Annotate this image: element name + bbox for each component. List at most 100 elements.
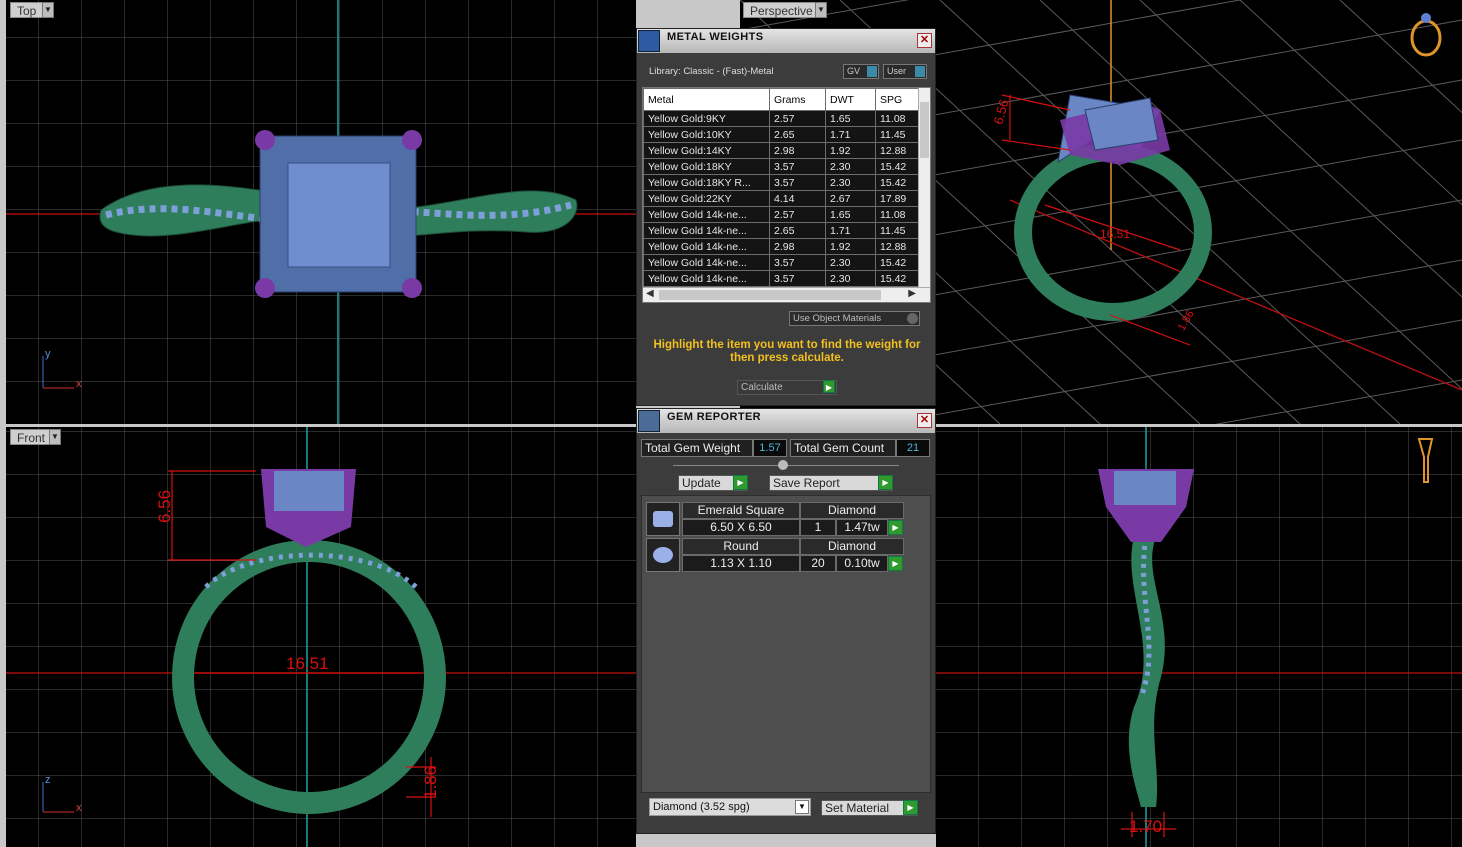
viewport-front[interactable]: 6.56 16.51 1.86 Front ▼ z x bbox=[6, 427, 636, 847]
column-header[interactable]: DWT bbox=[825, 88, 876, 111]
save-report-button[interactable]: Save Report ▶ bbox=[769, 475, 893, 491]
gem-list-area[interactable]: Emerald Square Diamond 6.50 X 6.50 1 1.47tw ▶… bbox=[641, 495, 931, 793]
table-row[interactable]: Yellow Gold:18KY 3.57 2.30 15.42 bbox=[643, 158, 924, 175]
table-cell: 1.65 bbox=[825, 206, 876, 223]
table-cell: Yellow Gold 14k-ne... bbox=[643, 238, 770, 255]
table-row[interactable]: Yellow Gold 14k-ne... 2.57 1.65 11.08 bbox=[643, 206, 924, 223]
metal-weights-title: METAL WEIGHTS bbox=[667, 31, 764, 43]
gem-count: 1 bbox=[800, 519, 836, 536]
table-cell: 1.92 bbox=[825, 142, 876, 159]
gem-select-button[interactable]: ▶ bbox=[888, 520, 903, 535]
use-object-materials-toggle[interactable]: Use Object Materials bbox=[789, 311, 920, 326]
user-toggle[interactable]: User bbox=[883, 64, 927, 79]
table-cell: Yellow Gold:22KY bbox=[643, 190, 770, 207]
gem-shape: Emerald Square bbox=[682, 502, 800, 519]
metal-weights-panel: METAL WEIGHTS ✕ Library: Classic - (Fast… bbox=[636, 28, 936, 406]
viewport-top[interactable]: Top ▼ y x bbox=[6, 0, 636, 424]
table-row[interactable]: Yellow Gold:10KY 2.65 1.71 11.45 bbox=[643, 126, 924, 143]
viewport-label-top[interactable]: Top bbox=[10, 2, 44, 18]
width-dim: 1.70 bbox=[1129, 817, 1162, 836]
table-row[interactable]: Yellow Gold:14KY 2.98 1.92 12.88 bbox=[643, 142, 924, 159]
total-gem-weight-label: Total Gem Weight bbox=[641, 439, 753, 457]
gv-toggle[interactable]: GV bbox=[843, 64, 879, 79]
horizontal-scrollbar[interactable]: ◀ ▶ bbox=[643, 287, 930, 302]
gem-count: 20 bbox=[800, 555, 836, 572]
axis-z-label: z bbox=[45, 774, 51, 786]
gem-weight: 0.10tw bbox=[836, 555, 888, 572]
vertical-scrollbar[interactable] bbox=[918, 88, 930, 288]
table-row[interactable]: Yellow Gold:18KY R... 3.57 2.30 15.42 bbox=[643, 174, 924, 191]
table-cell: 1.92 bbox=[825, 238, 876, 255]
diameter-dim: 16.51 bbox=[286, 654, 329, 673]
chevron-down-icon[interactable]: ▼ bbox=[795, 800, 809, 814]
table-cell: Yellow Gold:9KY bbox=[643, 110, 770, 127]
table-row[interactable]: Yellow Gold 14k-ne... 3.57 2.30 15.42 bbox=[643, 270, 924, 287]
splitter[interactable] bbox=[673, 460, 899, 470]
gem-shape-icon bbox=[646, 538, 680, 572]
table-cell: Yellow Gold:18KY bbox=[643, 158, 770, 175]
viewport-menu-top[interactable]: ▼ bbox=[42, 2, 54, 18]
table-cell: 12.88 bbox=[875, 142, 924, 159]
table-cell: 1.65 bbox=[825, 110, 876, 127]
column-header[interactable]: Grams bbox=[769, 88, 826, 111]
gem-reporter-panel: GEM REPORTER ✕ Total Gem Weight 1.57 Tot… bbox=[636, 408, 936, 834]
front-view-canvas: 6.56 16.51 1.86 bbox=[6, 427, 636, 847]
table-cell: Yellow Gold 14k-ne... bbox=[643, 206, 770, 223]
table-cell: 17.89 bbox=[875, 190, 924, 207]
table-cell: 15.42 bbox=[875, 270, 924, 287]
table-cell: 2.57 bbox=[769, 110, 826, 127]
table-cell: 2.30 bbox=[825, 270, 876, 287]
table-row[interactable]: Yellow Gold 14k-ne... 2.98 1.92 12.88 bbox=[643, 238, 924, 255]
gem-row[interactable]: Emerald Square Diamond 6.50 X 6.50 1 1.47tw ▶ bbox=[646, 502, 908, 536]
metal-table-wrap[interactable]: Metal Grams DWT SPG Yellow Gold:9KY 2.57 1.65… bbox=[642, 87, 931, 303]
gem-select-button[interactable]: ▶ bbox=[888, 556, 903, 571]
table-cell: 2.98 bbox=[769, 238, 826, 255]
hint-text: Highlight the item you want to find the … bbox=[653, 339, 921, 364]
set-material-button[interactable]: Set Material ▶ bbox=[821, 800, 918, 816]
axis-y-label: y bbox=[45, 348, 51, 360]
total-gem-count-value: 21 bbox=[896, 439, 930, 457]
table-row[interactable]: Yellow Gold:9KY 2.57 1.65 11.08 bbox=[643, 110, 924, 127]
column-header[interactable]: Metal bbox=[643, 88, 770, 111]
close-icon[interactable]: ✕ bbox=[917, 33, 932, 48]
gem-reporter-title: GEM REPORTER bbox=[667, 411, 762, 423]
table-cell: Yellow Gold:18KY R... bbox=[643, 174, 770, 191]
material-select[interactable]: Diamond (3.52 spg) ▼ bbox=[649, 798, 811, 816]
gem-shape-icon bbox=[646, 502, 680, 536]
viewport-menu-front[interactable]: ▼ bbox=[49, 429, 61, 445]
table-row[interactable]: Yellow Gold:22KY 4.14 2.67 17.89 bbox=[643, 190, 924, 207]
table-cell: 3.57 bbox=[769, 254, 826, 271]
table-cell: 2.30 bbox=[825, 254, 876, 271]
metal-weights-table: Metal Grams DWT SPG Yellow Gold:9KY 2.57 1.65… bbox=[643, 88, 924, 287]
table-cell: 2.57 bbox=[769, 206, 826, 223]
table-row[interactable]: Yellow Gold 14k-ne... 3.57 2.30 15.42 bbox=[643, 254, 924, 271]
persp-height-dim: 6.56 bbox=[991, 98, 1012, 126]
viewport-label-perspective[interactable]: Perspective bbox=[743, 2, 820, 18]
total-gem-count-label: Total Gem Count bbox=[790, 439, 896, 457]
calculate-button[interactable]: Calculate ▶ bbox=[737, 380, 837, 395]
table-cell: Yellow Gold:10KY bbox=[643, 126, 770, 143]
update-button[interactable]: Update ▶ bbox=[678, 475, 748, 491]
gem-reporter-titlebar[interactable]: GEM REPORTER ✕ bbox=[637, 409, 935, 433]
gem-reporter-icon bbox=[638, 410, 660, 432]
viewport-label-front[interactable]: Front bbox=[10, 429, 53, 445]
metal-weights-titlebar[interactable]: METAL WEIGHTS ✕ bbox=[637, 29, 935, 53]
table-cell: 3.57 bbox=[769, 158, 826, 175]
table-cell: 3.57 bbox=[769, 270, 826, 287]
gem-row[interactable]: Round Diamond 1.13 X 1.10 20 0.10tw ▶ bbox=[646, 538, 908, 572]
column-header[interactable]: SPG bbox=[875, 88, 924, 111]
close-icon[interactable]: ✕ bbox=[917, 413, 932, 428]
table-cell: 1.71 bbox=[825, 222, 876, 239]
table-cell: 15.42 bbox=[875, 174, 924, 191]
persp-diameter-dim: 16.51 bbox=[1100, 227, 1130, 241]
side-view-canvas: 1.70 bbox=[936, 427, 1462, 847]
table-cell: 11.08 bbox=[875, 110, 924, 127]
viewport-side[interactable]: 1.70 bbox=[936, 427, 1462, 847]
axis-x-label: x bbox=[76, 378, 82, 390]
table-cell: 2.65 bbox=[769, 126, 826, 143]
gem-size: 1.13 X 1.10 bbox=[682, 555, 800, 572]
table-cell: 2.65 bbox=[769, 222, 826, 239]
viewport-menu-perspective[interactable]: ▼ bbox=[815, 2, 827, 18]
metal-weights-icon bbox=[638, 30, 660, 52]
table-row[interactable]: Yellow Gold 14k-ne... 2.65 1.71 11.45 bbox=[643, 222, 924, 239]
